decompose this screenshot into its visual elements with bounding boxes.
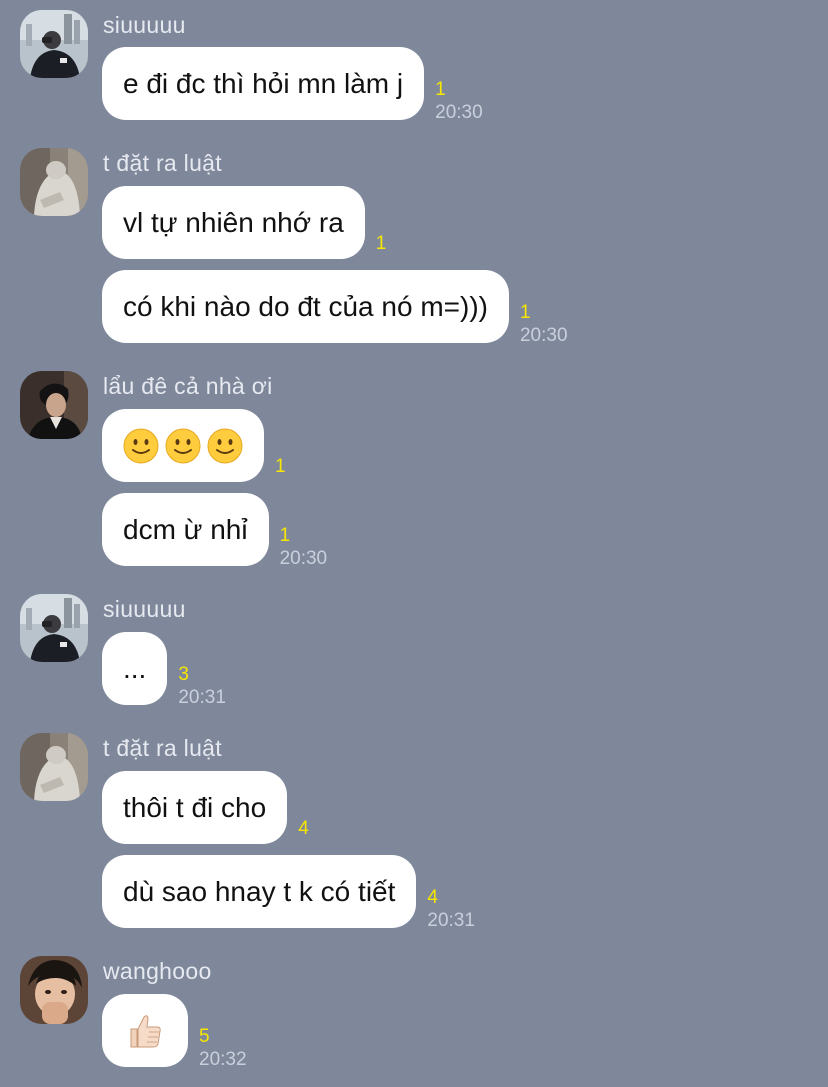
slightly-smiling-face-icon [207, 428, 243, 463]
avatar[interactable] [20, 594, 88, 662]
avatar-cityscape-icon [20, 594, 88, 662]
slightly-smiling-face-icon [165, 428, 201, 463]
sender-name: lẩu đê cả nhà ơi [103, 373, 273, 399]
message-bubble[interactable]: dcm ừ nhỉ [102, 493, 269, 566]
message-row: ... 3 20:31 [102, 632, 226, 707]
message-bubble[interactable]: có khi nào do đt của nó m=))) [102, 270, 509, 343]
read-count: 1 [519, 302, 531, 323]
sender-name: siuuuuu [103, 12, 186, 38]
read-count: 5 [199, 1026, 210, 1047]
message-row: thôi t đi cho 4 [102, 771, 309, 844]
avatar[interactable] [20, 733, 88, 801]
read-count: 1 [435, 79, 446, 100]
message-meta: 4 [298, 819, 309, 842]
avatar-cityscape-icon [20, 10, 88, 78]
message-meta: 4 20:31 [427, 888, 475, 930]
read-count: 4 [427, 887, 438, 908]
message-time: 20:30 [435, 102, 483, 123]
message-row: dù sao hnay t k có tiết 4 20:31 [102, 855, 475, 930]
message-row: 5 20:32 [102, 994, 247, 1069]
message-bubble[interactable]: ... [102, 632, 168, 705]
message-time: 20:31 [178, 687, 226, 708]
chat-message-list[interactable]: siuuuuu e đi đc thì hỏi mn làm j 1 20:30… [0, 0, 828, 1087]
avatar-hoodie-icon [20, 733, 88, 801]
read-count: 1 [275, 456, 286, 477]
message-bubble[interactable]: vl tự nhiên nhớ ra [102, 186, 365, 259]
read-count: 3 [178, 664, 189, 685]
avatar-portrait-icon [20, 371, 88, 439]
message-meta: 5 20:32 [199, 1027, 247, 1069]
avatar-hoodie-icon [20, 148, 88, 216]
message-meta: 1 20:30 [280, 526, 328, 568]
message-row: có khi nào do đt của nó m=))) 1 20:30 [102, 270, 568, 345]
sender-name: t đặt ra luật [103, 150, 222, 176]
message-meta: 1 [376, 234, 387, 257]
emoji-bubble[interactable] [102, 409, 264, 482]
emoji-bubble[interactable] [102, 994, 188, 1067]
sender-name: t đặt ra luật [103, 735, 222, 761]
slightly-smiling-face-icon [123, 428, 159, 463]
thumbs-up-icon [130, 1014, 161, 1047]
avatar[interactable] [20, 10, 88, 78]
message-bubble[interactable]: e đi đc thì hỏi mn làm j [102, 47, 425, 120]
message-time: 20:30 [519, 325, 568, 346]
read-count: 1 [279, 525, 291, 546]
avatar-selfie-icon [20, 956, 88, 1024]
message-time: 20:31 [427, 910, 475, 931]
sender-name: wanghooo [103, 958, 212, 984]
avatar[interactable] [20, 371, 88, 439]
sender-name: siuuuuu [103, 596, 186, 622]
avatar[interactable] [20, 956, 88, 1024]
message-row: vl tự nhiên nhớ ra 1 [102, 186, 386, 259]
message-time: 20:32 [199, 1049, 247, 1070]
message-row: 1 [102, 409, 286, 482]
avatar[interactable] [20, 148, 88, 216]
message-time: 20:30 [279, 548, 328, 569]
message-row: e đi đc thì hỏi mn làm j 1 20:30 [102, 47, 483, 122]
message-bubble[interactable]: dù sao hnay t k có tiết [102, 855, 417, 928]
message-meta: 3 20:31 [178, 665, 226, 707]
message-row: dcm ừ nhỉ 1 20:30 [102, 493, 328, 568]
message-bubble[interactable]: thôi t đi cho [102, 771, 288, 844]
read-count: 1 [375, 233, 387, 254]
message-meta: 1 [275, 457, 286, 480]
message-meta: 1 20:30 [435, 80, 483, 122]
read-count: 4 [298, 818, 309, 839]
message-meta: 1 20:30 [520, 303, 568, 345]
